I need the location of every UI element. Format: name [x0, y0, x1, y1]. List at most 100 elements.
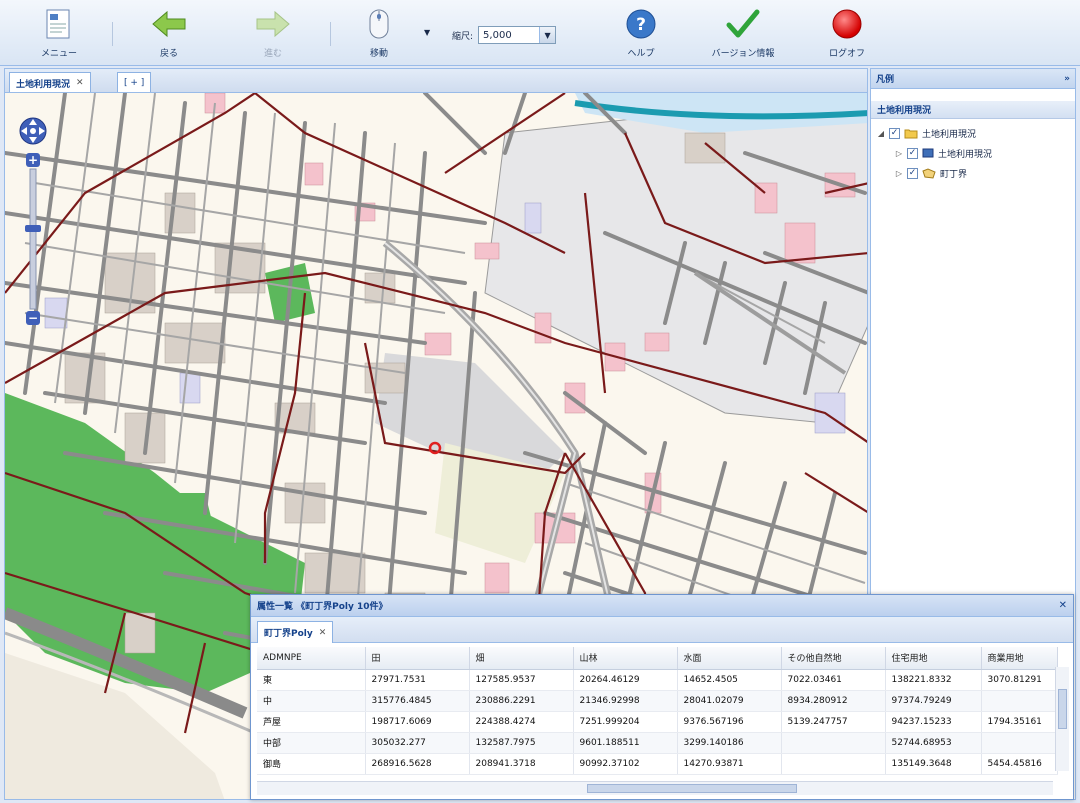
- horizontal-scrollbar[interactable]: [257, 781, 1053, 795]
- table-cell: 9601.188511: [573, 732, 678, 754]
- column-header[interactable]: 田: [365, 647, 470, 670]
- logoff-label: ログオフ: [828, 49, 865, 59]
- pan-mode-button[interactable]: 移動: [344, 6, 414, 62]
- help-label: ヘルプ: [627, 49, 655, 59]
- back-label: 戻る: [159, 49, 178, 59]
- attribute-window: 属性一覧 《町丁界Poly 10件》 ✕ 町丁界Poly ✕ ADMNPE 田 …: [250, 594, 1074, 800]
- help-button[interactable]: ? ヘルプ: [606, 6, 676, 62]
- svg-text:−: −: [28, 311, 38, 325]
- arrow-left-icon: [151, 6, 187, 42]
- tab-add[interactable]: [ + ]: [117, 72, 152, 93]
- legend-tree-label: 町丁界: [940, 169, 968, 180]
- zoom-slider-track[interactable]: [29, 168, 37, 310]
- table-cell: 20264.46129: [573, 669, 678, 691]
- table-row[interactable]: 芦屋 198717.6069 224388.4274 7251.999204 9…: [257, 711, 1058, 733]
- zoom-slider-handle[interactable]: [25, 225, 41, 232]
- table-row[interactable]: 東 27971.7531 127585.9537 20264.46129 146…: [257, 669, 1058, 691]
- table-row[interactable]: 中部 305032.277 132587.7975 9601.188511 32…: [257, 732, 1058, 754]
- table-cell: 中部: [257, 732, 366, 754]
- version-info-button[interactable]: バージョン情報: [708, 6, 778, 62]
- table-row[interactable]: 御島 268916.5628 208941.3718 90992.37102 1…: [257, 753, 1058, 775]
- table-cell: 中: [257, 690, 366, 712]
- tab-add-label: [ + ]: [124, 78, 145, 88]
- table-cell: 97374.79249: [885, 690, 982, 712]
- table-cell: 5454.45816: [981, 753, 1058, 775]
- expand-icon[interactable]: ◢: [877, 129, 885, 138]
- menu-icon: [41, 6, 77, 42]
- toolbar-separator: [112, 22, 113, 46]
- table-row[interactable]: 中 315776.4845 230886.2291 21346.92998 28…: [257, 690, 1058, 712]
- scale-label: 縮尺:: [452, 31, 474, 42]
- expand-icon[interactable]: ▷: [895, 149, 903, 158]
- svg-text:+: +: [28, 153, 38, 167]
- scrollbar-thumb[interactable]: [1058, 689, 1067, 729]
- legend-tree-item[interactable]: ▷ ✓ 町丁界: [877, 163, 1075, 183]
- layer-icon: [922, 148, 934, 158]
- column-header[interactable]: 商業用地: [981, 647, 1058, 670]
- attribute-window-title: 属性一覧 《町丁界Poly 10件》: [257, 602, 388, 612]
- forward-button[interactable]: 進む: [238, 6, 308, 62]
- layer-checkbox[interactable]: ✓: [907, 167, 918, 179]
- table-cell: 138221.8332: [885, 669, 982, 691]
- zoom-out-button[interactable]: −: [26, 311, 40, 325]
- logoff-button[interactable]: ログオフ: [812, 6, 882, 62]
- tab-chocho-poly[interactable]: 町丁界Poly ✕: [257, 621, 334, 643]
- scale-select[interactable]: 5,000 ▼: [478, 26, 557, 44]
- column-header[interactable]: 山林: [573, 647, 678, 670]
- chevron-down-icon[interactable]: ▼: [539, 27, 556, 43]
- layer-checkbox[interactable]: ✓: [889, 127, 900, 139]
- stop-icon: [829, 6, 865, 42]
- close-icon[interactable]: ✕: [76, 78, 84, 88]
- main-toolbar: メニュー 戻る 進む 移動 ▼ 縮尺: 5,000 ▼ ? ヘルプ バージョン情…: [0, 0, 1080, 66]
- table-cell: 1794.35161: [981, 711, 1058, 733]
- column-header[interactable]: 畑: [469, 647, 574, 670]
- legend-section-title: 土地利用現況: [877, 106, 932, 116]
- column-header[interactable]: 住宅用地: [885, 647, 982, 670]
- zoom-in-button[interactable]: +: [26, 153, 40, 167]
- tab-chocho-poly-label: 町丁界Poly: [264, 629, 313, 639]
- table-cell: 7022.03461: [781, 669, 886, 691]
- table-cell: 315776.4845: [365, 690, 470, 712]
- table-cell: [781, 753, 886, 775]
- svg-text:?: ?: [636, 15, 646, 35]
- table-cell: 14270.93871: [677, 753, 782, 775]
- layer-checkbox[interactable]: ✓: [907, 147, 918, 159]
- pan-mode-dropdown-icon[interactable]: ▼: [424, 28, 430, 37]
- table-cell: 9376.567196: [677, 711, 782, 733]
- table-cell: 305032.277: [365, 732, 470, 754]
- version-label: バージョン情報: [711, 49, 775, 59]
- collapse-icon[interactable]: »: [1064, 74, 1070, 84]
- table-cell: 御島: [257, 753, 366, 775]
- close-icon[interactable]: ✕: [1059, 600, 1067, 611]
- legend-tree-item[interactable]: ▷ ✓ 土地利用現況: [877, 143, 1075, 163]
- column-header[interactable]: 水面: [677, 647, 782, 670]
- back-button[interactable]: 戻る: [134, 6, 204, 62]
- vertical-scrollbar[interactable]: [1055, 667, 1069, 771]
- pan-control[interactable]: [19, 117, 47, 145]
- column-header[interactable]: ADMNPE: [257, 647, 366, 670]
- table-cell: 8934.280912: [781, 690, 886, 712]
- table-cell: [781, 732, 886, 754]
- expand-icon[interactable]: ▷: [895, 169, 903, 178]
- legend-tree-item[interactable]: ◢ ✓ 土地利用現況: [877, 123, 1075, 143]
- legend-section-header[interactable]: 土地利用現況: [871, 101, 1075, 119]
- table-cell: 3070.81291: [981, 669, 1058, 691]
- tab-land-use[interactable]: 土地利用現況 ✕: [9, 72, 91, 93]
- arrow-right-icon: [255, 6, 291, 42]
- mouse-icon: [361, 6, 397, 42]
- scrollbar-thumb[interactable]: [587, 784, 797, 793]
- close-icon[interactable]: ✕: [319, 628, 327, 638]
- table-cell: 132587.7975: [469, 732, 574, 754]
- attribute-grid-wrap: ADMNPE 田 畑 山林 水面 その他自然地 住宅用地 商業用地 東 2797…: [251, 643, 1073, 775]
- table-cell: 230886.2291: [469, 690, 574, 712]
- menu-button[interactable]: メニュー: [24, 6, 94, 62]
- table-cell: 52744.68953: [885, 732, 982, 754]
- tab-land-use-label: 土地利用現況: [16, 79, 71, 90]
- attribute-window-header[interactable]: 属性一覧 《町丁界Poly 10件》 ✕: [251, 595, 1073, 617]
- table-cell: 東: [257, 669, 366, 691]
- attribute-tabbar: 町丁界Poly ✕: [251, 617, 1073, 643]
- column-header[interactable]: その他自然地: [781, 647, 886, 670]
- legend-header: 凡例 »: [871, 69, 1075, 89]
- forward-label: 進む: [263, 49, 282, 59]
- toolbar-separator: [330, 22, 331, 46]
